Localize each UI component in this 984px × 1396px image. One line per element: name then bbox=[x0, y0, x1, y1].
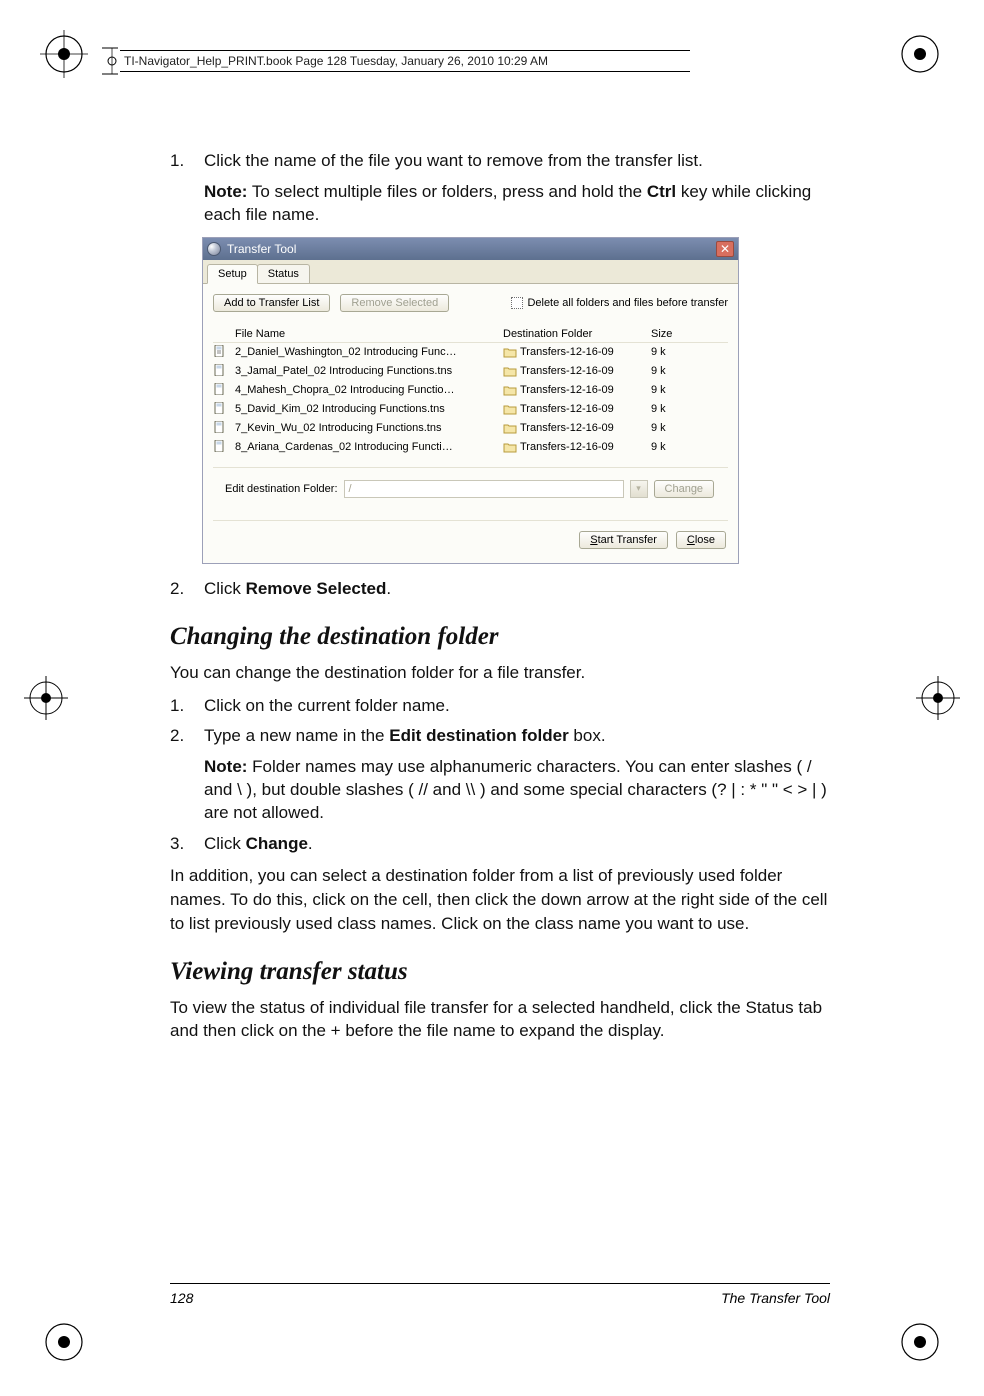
chevron-down-icon: ▾ bbox=[636, 483, 641, 494]
folder-icon bbox=[503, 365, 517, 377]
edit-destination-label: Edit destination Folder: bbox=[225, 483, 338, 495]
col-size: Size bbox=[651, 328, 711, 340]
step-text: Click bbox=[204, 834, 246, 853]
folder-icon bbox=[503, 346, 517, 358]
header-ornament-icon bbox=[100, 46, 120, 76]
file-size: 9 k bbox=[651, 346, 711, 358]
table-row[interactable]: 8_Ariana_Cardenas_02 Introducing Functi…… bbox=[213, 438, 728, 457]
page-number: 128 bbox=[170, 1290, 193, 1306]
table-body: 2_Daniel_Washington_02 Introducing Func…… bbox=[213, 343, 728, 457]
step-bold: Change bbox=[246, 834, 308, 853]
step-text: Click bbox=[204, 579, 246, 598]
footer-text: The Transfer Tool bbox=[721, 1290, 830, 1306]
step-text: Click on the current folder name. bbox=[204, 696, 450, 715]
add-to-transfer-list-button[interactable]: Add to Transfer List bbox=[213, 294, 330, 312]
page-footer: 128 The Transfer Tool bbox=[170, 1283, 830, 1306]
file-name: 5_David_Kim_02 Introducing Functions.tns bbox=[235, 403, 503, 415]
destination-folder: Transfers-12-16-09 bbox=[520, 384, 614, 396]
table-row[interactable]: 2_Daniel_Washington_02 Introducing Func…… bbox=[213, 343, 728, 362]
destination-dropdown-button[interactable]: ▾ bbox=[630, 480, 648, 498]
table-row[interactable]: 7_Kevin_Wu_02 Introducing Functions.tns … bbox=[213, 419, 728, 438]
col-destination-folder: Destination Folder bbox=[503, 328, 651, 340]
tab-setup[interactable]: Setup bbox=[207, 264, 258, 284]
paragraph: In addition, you can select a destinatio… bbox=[170, 864, 830, 935]
section-heading: Viewing transfer status bbox=[170, 958, 830, 986]
folder-icon bbox=[503, 403, 517, 415]
file-size: 9 k bbox=[651, 403, 711, 415]
tab-status[interactable]: Status bbox=[257, 264, 310, 283]
crosshair-icon bbox=[914, 674, 962, 722]
step-text: Click the name of the file you want to r… bbox=[204, 151, 703, 170]
paragraph: To view the status of individual file tr… bbox=[170, 996, 830, 1044]
destination-folder: Transfers-12-16-09 bbox=[520, 422, 614, 434]
checkbox-icon bbox=[511, 297, 523, 309]
file-name: 8_Ariana_Cardenas_02 Introducing Functi… bbox=[235, 441, 503, 453]
file-size: 9 k bbox=[651, 365, 711, 377]
file-name: 3_Jamal_Patel_02 Introducing Functions.t… bbox=[235, 365, 503, 377]
step-text: . bbox=[308, 834, 313, 853]
step-text: Type a new name in the bbox=[204, 726, 389, 745]
delete-before-transfer-checkbox[interactable]: Delete all folders and files before tran… bbox=[511, 297, 728, 309]
step-number: 2. bbox=[170, 725, 204, 825]
registration-mark-icon bbox=[40, 30, 88, 78]
note-text: Folder names may use alphanumeric charac… bbox=[204, 757, 827, 822]
tab-strip: Setup Status bbox=[203, 260, 738, 284]
note-label: Note: bbox=[204, 182, 247, 201]
paragraph: You can change the destination folder fo… bbox=[170, 661, 830, 685]
step-number: 1. bbox=[170, 150, 204, 227]
file-size: 9 k bbox=[651, 441, 711, 453]
destination-folder: Transfers-12-16-09 bbox=[520, 441, 614, 453]
destination-folder: Transfers-12-16-09 bbox=[520, 365, 614, 377]
close-button[interactable]: Close bbox=[676, 531, 726, 549]
file-name: 2_Daniel_Washington_02 Introducing Func… bbox=[235, 346, 503, 358]
destination-folder: Transfers-12-16-09 bbox=[520, 403, 614, 415]
folder-icon bbox=[503, 384, 517, 396]
ctrl-key: Ctrl bbox=[647, 182, 676, 201]
document-icon bbox=[213, 383, 227, 395]
step-number: 1. bbox=[170, 695, 204, 718]
print-header: TI-Navigator_Help_PRINT.book Page 128 Tu… bbox=[120, 50, 690, 72]
step-bold: Remove Selected bbox=[246, 579, 387, 598]
table-row[interactable]: 3_Jamal_Patel_02 Introducing Functions.t… bbox=[213, 362, 728, 381]
file-name: 7_Kevin_Wu_02 Introducing Functions.tns bbox=[235, 422, 503, 434]
print-header-text: TI-Navigator_Help_PRINT.book Page 128 Tu… bbox=[124, 54, 548, 68]
document-icon bbox=[213, 440, 227, 452]
document-icon bbox=[213, 421, 227, 433]
table-header: File Name Destination Folder Size bbox=[213, 326, 728, 343]
document-icon bbox=[213, 402, 227, 414]
registration-mark-icon bbox=[896, 30, 944, 78]
step-text: box. bbox=[569, 726, 606, 745]
window-title: Transfer Tool bbox=[227, 242, 296, 256]
note-label: Note: bbox=[204, 757, 247, 776]
section-heading: Changing the destination folder bbox=[170, 623, 830, 651]
edit-destination-input[interactable]: / bbox=[344, 480, 624, 498]
table-row[interactable]: 4_Mahesh_Chopra_02 Introducing Functio… … bbox=[213, 381, 728, 400]
start-transfer-button[interactable]: Start Transfer bbox=[579, 531, 668, 549]
col-file-name: File Name bbox=[235, 328, 503, 340]
file-size: 9 k bbox=[651, 384, 711, 396]
change-button[interactable]: Change bbox=[654, 480, 715, 498]
file-name: 4_Mahesh_Chopra_02 Introducing Functio… bbox=[235, 384, 503, 396]
step-number: 2. bbox=[170, 578, 204, 601]
folder-icon bbox=[503, 422, 517, 434]
step-bold: Edit destination folder bbox=[389, 726, 568, 745]
folder-icon bbox=[503, 441, 517, 453]
checkbox-label: Delete all folders and files before tran… bbox=[527, 297, 728, 309]
app-icon bbox=[207, 242, 221, 256]
note-text: To select multiple files or folders, pre… bbox=[247, 182, 646, 201]
document-icon bbox=[213, 345, 227, 357]
close-button[interactable]: ✕ bbox=[716, 241, 734, 257]
destination-folder: Transfers-12-16-09 bbox=[520, 346, 614, 358]
step-text: . bbox=[386, 579, 391, 598]
file-size: 9 k bbox=[651, 422, 711, 434]
window-titlebar: Transfer Tool ✕ bbox=[203, 238, 738, 260]
step-number: 3. bbox=[170, 833, 204, 856]
registration-mark-icon bbox=[40, 1318, 88, 1366]
transfer-tool-window: Transfer Tool ✕ Setup Status Add to Tran… bbox=[202, 237, 739, 564]
table-row[interactable]: 5_David_Kim_02 Introducing Functions.tns… bbox=[213, 400, 728, 419]
remove-selected-button[interactable]: Remove Selected bbox=[340, 294, 449, 312]
crosshair-icon bbox=[22, 674, 70, 722]
document-icon bbox=[213, 364, 227, 376]
registration-mark-icon bbox=[896, 1318, 944, 1366]
